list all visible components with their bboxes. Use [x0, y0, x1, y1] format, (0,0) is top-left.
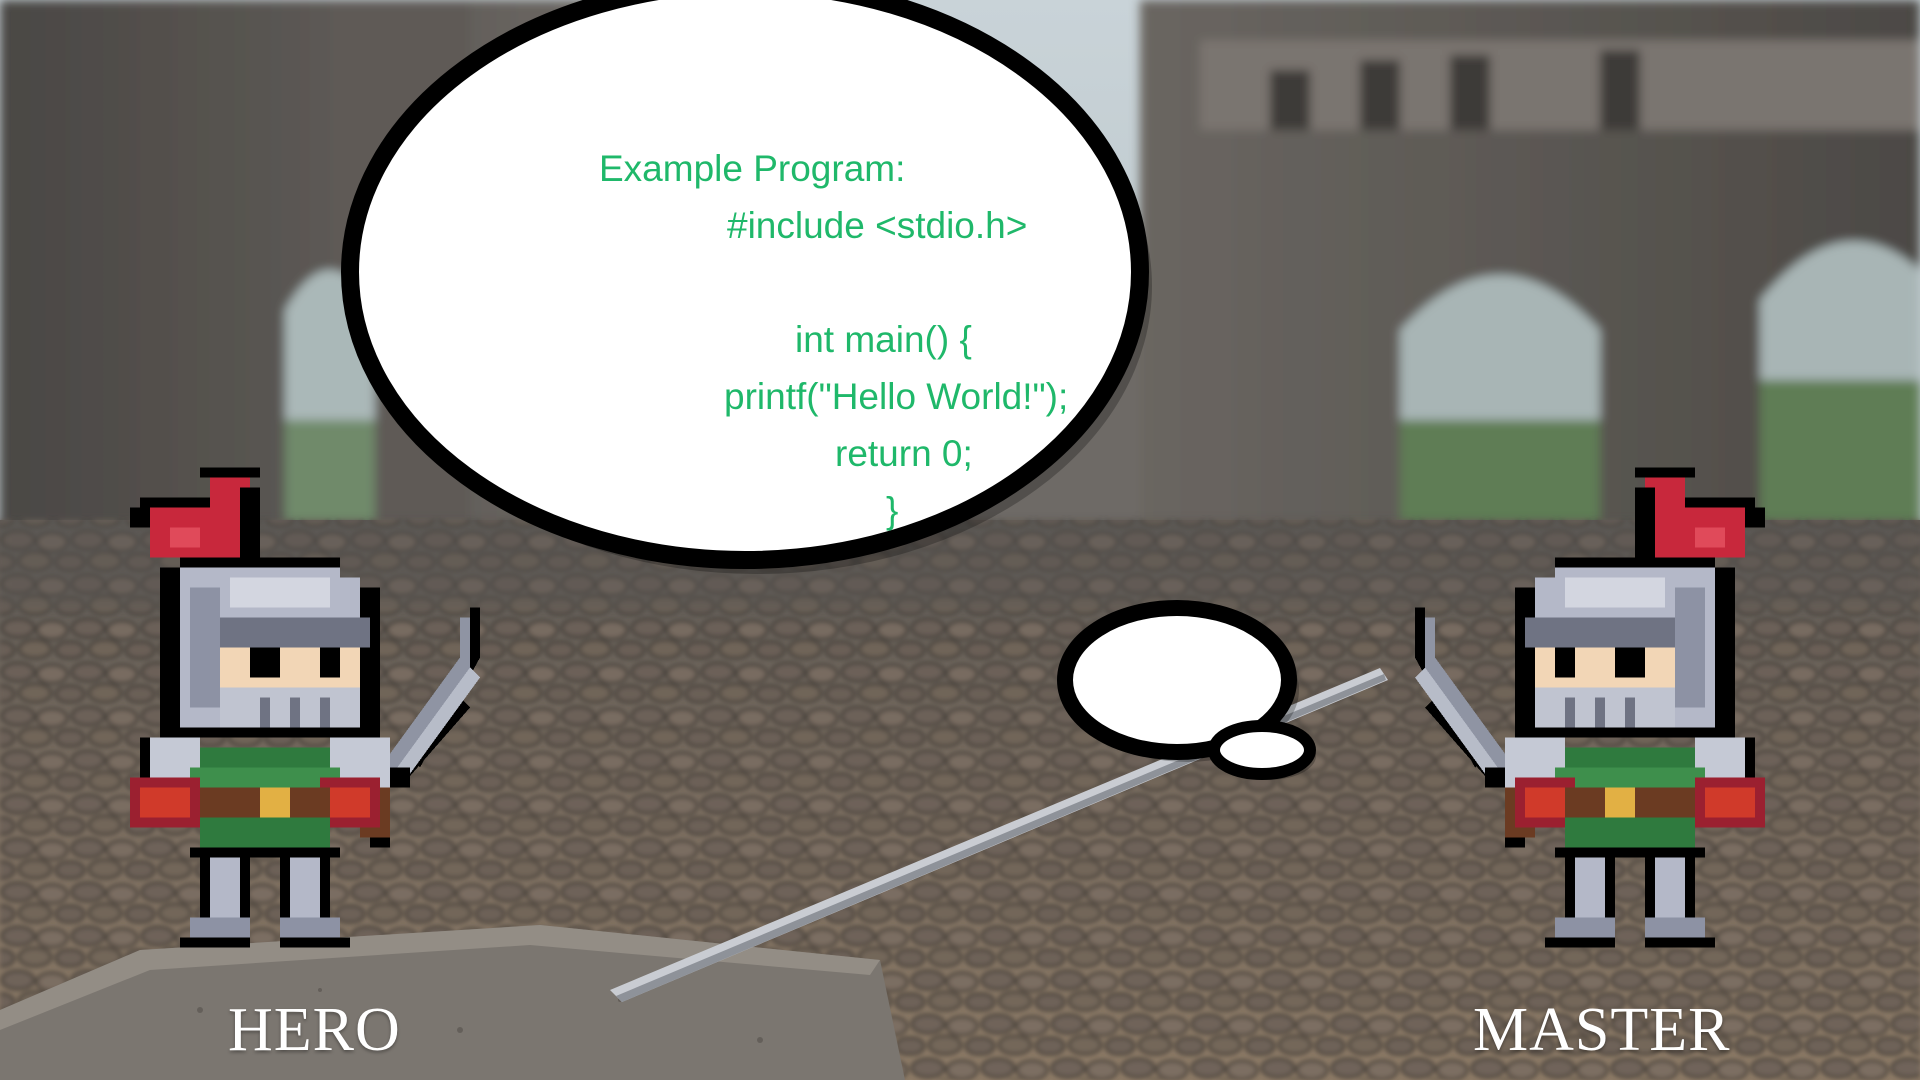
- code-heading: Example Program:: [599, 148, 906, 189]
- bubble-code: Example Program: #include <stdio.h> int …: [470, 140, 1170, 560]
- hero-helmet: [160, 557, 380, 748]
- code-line: return 0;: [835, 433, 973, 474]
- hero-legs: [180, 857, 350, 948]
- master-plume: [1635, 467, 1765, 568]
- master-body: [1505, 727, 1765, 858]
- hero-plume: [130, 467, 260, 568]
- hero-body: [130, 727, 390, 858]
- code-line: int main() {: [795, 319, 972, 360]
- game-scene: Example Program: #include <stdio.h> int …: [0, 0, 1920, 1080]
- code-line: }: [886, 490, 899, 531]
- hero-label: HERO: [228, 996, 401, 1064]
- master-knight-sprite: [1415, 467, 1765, 948]
- code-line: printf("Hello World!");: [724, 376, 1069, 417]
- code-line: #include <stdio.h>: [727, 205, 1028, 246]
- hero-knight-sprite: [130, 467, 480, 948]
- master-legs: [1545, 857, 1715, 948]
- master-label: MASTER: [1473, 996, 1731, 1064]
- master-helmet: [1515, 557, 1735, 748]
